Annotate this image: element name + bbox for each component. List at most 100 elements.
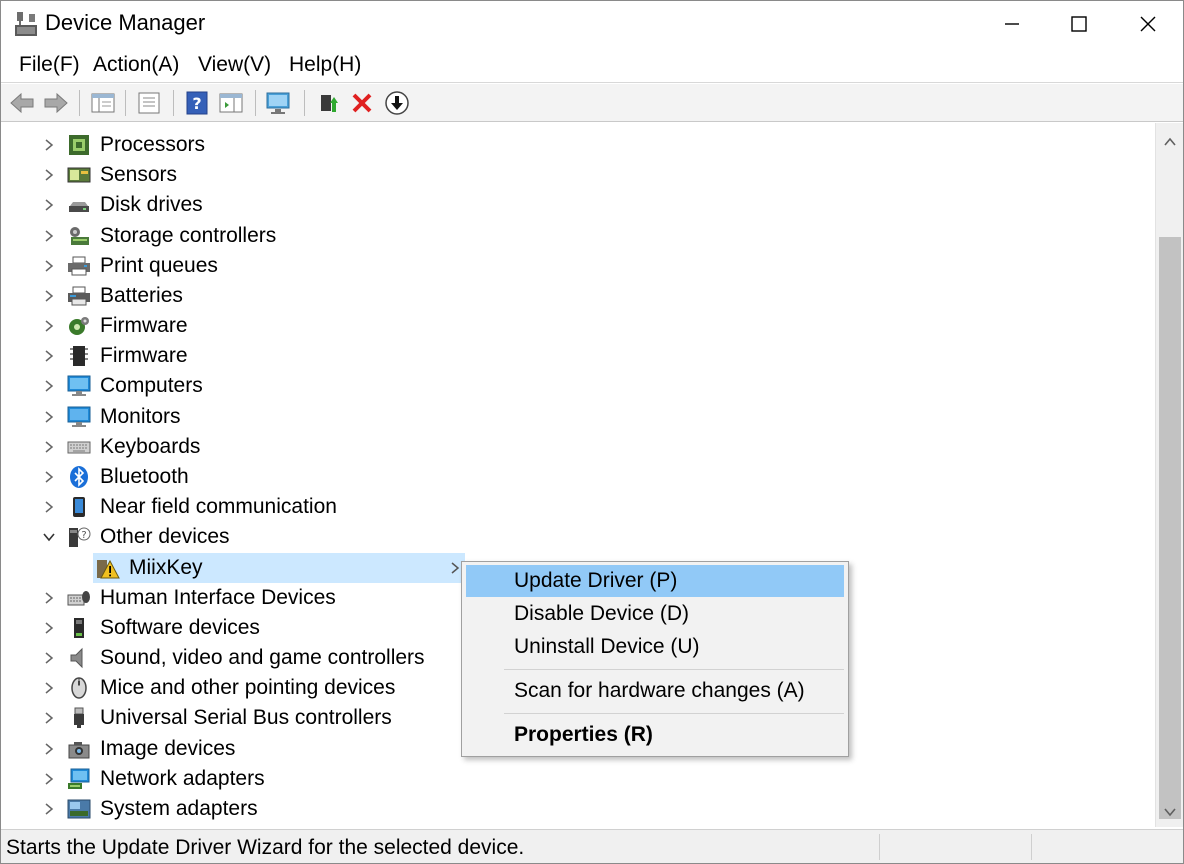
chevron-right-icon[interactable] xyxy=(41,741,57,757)
tree-node-label: Image devices xyxy=(100,737,236,760)
menu-file[interactable]: File(F) xyxy=(18,53,81,77)
warning-device-icon xyxy=(97,559,120,579)
help-button[interactable]: ? xyxy=(183,89,211,117)
context-menu: Update Driver (P) Disable Device (D) Uni… xyxy=(461,561,849,757)
tree-node-firmware-2[interactable]: Firmware xyxy=(1,341,1155,371)
scroll-down-button[interactable] xyxy=(1156,801,1184,823)
chevron-right-icon[interactable] xyxy=(41,197,57,213)
menu-item-update-driver[interactable]: Update Driver (P) xyxy=(466,565,844,597)
tree-node-label: Storage controllers xyxy=(100,224,277,247)
scan-hardware-button[interactable] xyxy=(265,89,293,117)
uninstall-button[interactable] xyxy=(348,89,376,117)
chevron-right-icon[interactable] xyxy=(41,348,57,364)
menu-item-scan-hardware-changes[interactable]: Scan for hardware changes (A) xyxy=(466,675,844,707)
action-pane-icon xyxy=(219,93,243,113)
chevron-right-icon[interactable] xyxy=(41,710,57,726)
close-button[interactable] xyxy=(1113,1,1183,47)
title-bar[interactable]: Device Manager xyxy=(1,1,1183,47)
tree-node-label: Sound, video and game controllers xyxy=(100,646,425,669)
action-pane-button[interactable] xyxy=(217,89,245,117)
tree-node-other-devices[interactable]: ? Other devices xyxy=(1,522,1155,552)
chevron-down-icon[interactable] xyxy=(41,529,57,545)
properties-icon xyxy=(138,92,160,114)
tree-node-sensors[interactable]: Sensors xyxy=(1,160,1155,190)
tree-node-computers[interactable]: Computers xyxy=(1,371,1155,401)
scroll-up-button[interactable] xyxy=(1156,131,1184,153)
back-icon xyxy=(10,92,34,114)
menu-bar: File(F) Action(A) View(V) Help(H) xyxy=(1,47,1183,83)
properties-button[interactable] xyxy=(135,89,163,117)
chevron-right-icon[interactable] xyxy=(41,771,57,787)
tree-node-monitors[interactable]: Monitors xyxy=(1,402,1155,432)
chevron-right-icon[interactable] xyxy=(41,650,57,666)
keyboard-icon xyxy=(67,441,91,454)
tree-node-near-field-communication[interactable]: Near field communication xyxy=(1,492,1155,522)
tree-node-processors[interactable]: Processors xyxy=(1,130,1155,160)
maximize-button[interactable] xyxy=(1044,1,1114,47)
close-icon xyxy=(1140,16,1156,32)
tree-node-keyboards[interactable]: Keyboards xyxy=(1,432,1155,462)
chevron-right-icon[interactable] xyxy=(41,499,57,515)
chevron-right-icon[interactable] xyxy=(41,620,57,636)
menu-item-label: Update Driver (P) xyxy=(514,569,678,592)
tree-node-label: Keyboards xyxy=(100,435,201,458)
tree-node-firmware-1[interactable]: Firmware xyxy=(1,311,1155,341)
chevron-right-icon[interactable] xyxy=(41,469,57,485)
chevron-right-icon[interactable] xyxy=(41,228,57,244)
tree-node-network-adapters[interactable]: Network adapters xyxy=(1,764,1155,794)
chevron-right-icon[interactable] xyxy=(41,258,57,274)
chevron-right-icon[interactable] xyxy=(41,409,57,425)
tree-node-label: Universal Serial Bus controllers xyxy=(100,706,392,729)
menu-separator xyxy=(504,713,844,714)
tree-node-storage-controllers[interactable]: Storage controllers xyxy=(1,221,1155,251)
tree-node-batteries[interactable]: Batteries xyxy=(1,281,1155,311)
chevron-right-icon[interactable] xyxy=(41,378,57,394)
update-driver-button[interactable] xyxy=(314,89,342,117)
chevron-right-icon[interactable] xyxy=(41,167,57,183)
show-hide-console-tree-button[interactable] xyxy=(89,89,117,117)
menu-item-uninstall-device[interactable]: Uninstall Device (U) xyxy=(466,631,844,663)
menu-item-label: Scan for hardware changes (A) xyxy=(514,679,805,702)
chevron-right-icon[interactable] xyxy=(41,439,57,455)
chevron-right-icon[interactable] xyxy=(41,801,57,817)
svg-text:?: ? xyxy=(81,530,86,541)
tree-node-disk-drives[interactable]: Disk drives xyxy=(1,190,1155,220)
chevron-right-icon[interactable] xyxy=(41,318,57,334)
nfc-icon xyxy=(73,497,85,517)
tree-node-label: System adapters xyxy=(100,797,258,820)
tree-node-label: MiixKey xyxy=(129,556,203,579)
forward-button[interactable] xyxy=(42,89,70,117)
chevron-right-icon[interactable] xyxy=(41,137,57,153)
menu-item-disable-device[interactable]: Disable Device (D) xyxy=(466,598,844,630)
menu-help[interactable]: Help(H) xyxy=(288,53,362,77)
tree-node-label: Sensors xyxy=(100,163,178,186)
tree-node-label: Near field communication xyxy=(100,495,337,518)
show-hide-console-tree-icon xyxy=(91,93,115,113)
download-button[interactable] xyxy=(383,89,411,117)
scrollbar-thumb[interactable] xyxy=(1159,237,1181,819)
speaker-icon xyxy=(70,647,83,669)
menu-item-properties[interactable]: Properties (R) xyxy=(466,719,844,751)
firmware-chip-icon xyxy=(70,346,88,366)
tree-node-system-adapters[interactable]: System adapters xyxy=(1,794,1155,824)
software-device-icon xyxy=(74,618,84,638)
sensor-icon xyxy=(67,167,91,183)
tree-node-label: Software devices xyxy=(100,616,260,639)
tree-node-label: Print queues xyxy=(100,254,218,277)
chevron-right-icon[interactable] xyxy=(41,680,57,696)
back-button[interactable] xyxy=(8,89,36,117)
vertical-scrollbar[interactable] xyxy=(1155,123,1183,827)
chevron-right-icon[interactable] xyxy=(41,288,57,304)
menu-action[interactable]: Action(A) xyxy=(92,53,180,77)
monitor-icon xyxy=(67,406,91,427)
chevron-right-icon[interactable] xyxy=(41,590,57,606)
printer-icon xyxy=(68,256,90,276)
menu-view[interactable]: View(V) xyxy=(197,53,272,77)
device-manager-window: Device Manager File(F) Action(A) View(V)… xyxy=(0,0,1184,864)
tree-node-bluetooth[interactable]: Bluetooth xyxy=(1,462,1155,492)
minimize-button[interactable] xyxy=(977,1,1047,47)
tree-node-label: Processors xyxy=(100,133,206,156)
maximize-icon xyxy=(1071,16,1087,32)
minimize-icon xyxy=(1005,23,1019,25)
tree-node-print-queues[interactable]: Print queues xyxy=(1,251,1155,281)
